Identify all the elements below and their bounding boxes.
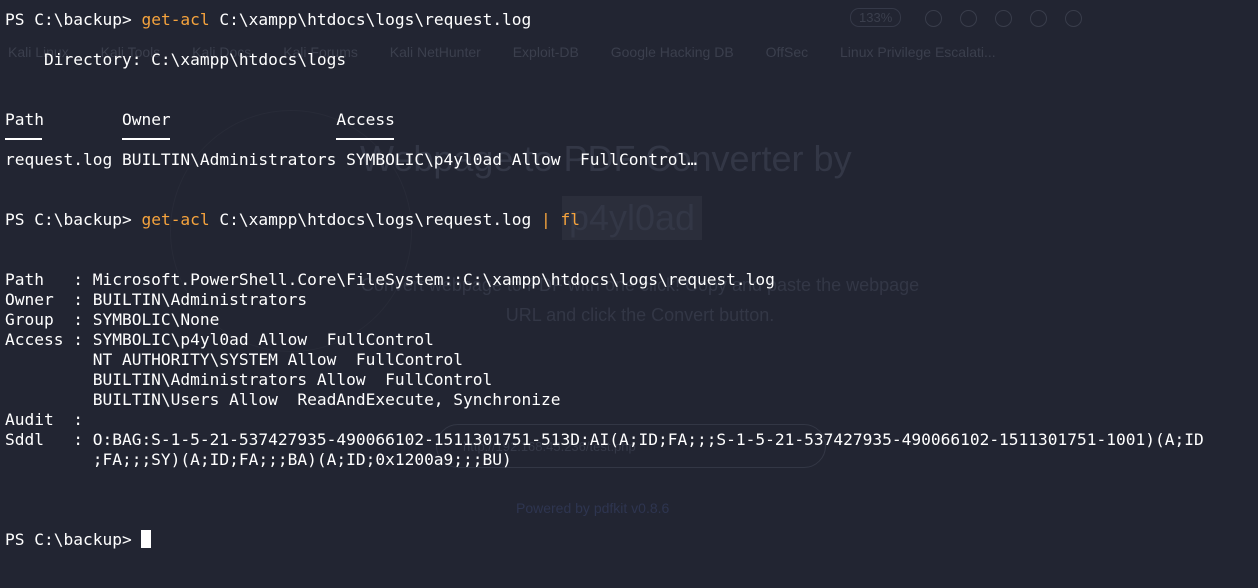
output-line-group: Group : SYMBOLIC\None: [5, 310, 220, 329]
terminal-output: PS C:\backup> get-acl C:\xampp\htdocs\lo…: [5, 10, 1253, 550]
cmdlet: get-acl: [141, 210, 210, 229]
format-list-cmdlet: fl: [550, 210, 581, 229]
table-header-owner: Owner: [121, 110, 171, 140]
prompt: PS C:\backup>: [5, 10, 142, 29]
output-line-owner: Owner : BUILTIN\Administrators: [5, 290, 308, 309]
prompt: PS C:\backup>: [5, 530, 142, 549]
output-line-access-cont: NT AUTHORITY\SYSTEM Allow FullControl: [5, 350, 464, 369]
prompt: PS C:\backup>: [5, 210, 142, 229]
block-cursor-icon: [141, 530, 152, 548]
pipe-operator: |: [541, 210, 551, 229]
command-line: PS C:\backup> get-acl C:\xampp\htdocs\lo…: [5, 10, 1253, 30]
table-header-row: Path Owner Access: [5, 110, 1253, 140]
output-line-access-cont: BUILTIN\Administrators Allow FullControl: [5, 370, 493, 389]
terminal-window[interactable]: 133% Kali Linux Kali Tools Kali Docs Kal…: [0, 0, 1258, 588]
output-line-access-cont: BUILTIN\Users Allow ReadAndExecute, Sync…: [5, 390, 561, 409]
command-line: PS C:\backup> get-acl C:\xampp\htdocs\lo…: [5, 210, 1253, 230]
directory-line: Directory: C:\xampp\htdocs\logs: [5, 50, 347, 69]
command-argument: C:\xampp\htdocs\logs\request.log: [209, 10, 532, 29]
output-line-audit: Audit :: [5, 410, 83, 429]
table-header-access: Access: [336, 110, 395, 140]
table-header-path: Path: [5, 110, 44, 140]
table-row: request.log BUILTIN\Administrators SYMBO…: [5, 150, 697, 169]
command-argument: C:\xampp\htdocs\logs\request.log: [209, 210, 542, 229]
output-line-sddl: Sddl : O:BAG:S-1-5-21-537427935-49006610…: [5, 430, 1204, 449]
cmdlet: get-acl: [141, 10, 210, 29]
active-prompt-line[interactable]: PS C:\backup>: [5, 530, 1253, 550]
output-line-path: Path : Microsoft.PowerShell.Core\FileSys…: [5, 270, 775, 289]
output-line-sddl-cont: ;FA;;;SY)(A;ID;FA;;;BA)(A;ID;0x1200a9;;;…: [5, 450, 512, 469]
output-line-access: Access : SYMBOLIC\p4yl0ad Allow FullCont…: [5, 330, 434, 349]
